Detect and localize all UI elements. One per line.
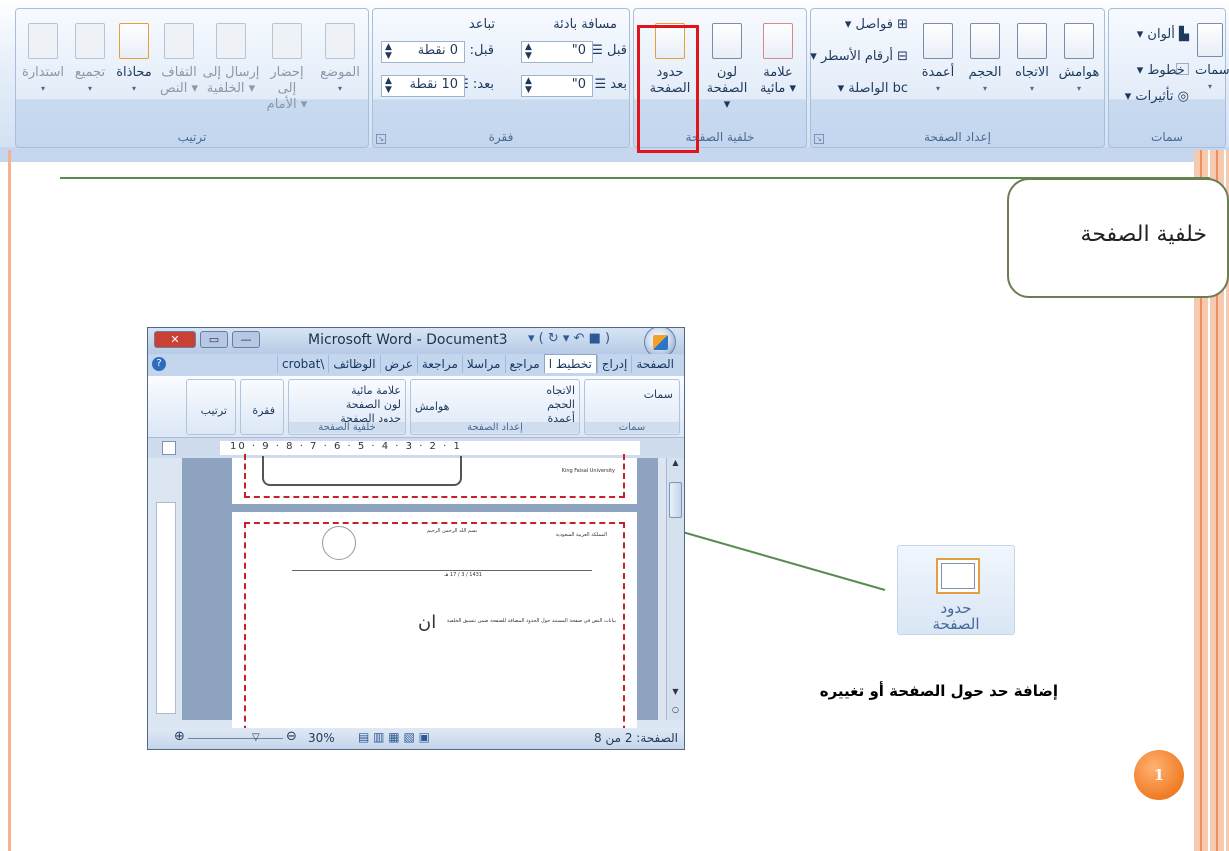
- tab-selector-icon[interactable]: [162, 441, 176, 455]
- word-tab-bar: الصفحةإدراجتخطيط امراجعمراسلامراجعةعرضال…: [148, 354, 684, 376]
- inner-page-setup-group: الاتجاه الحجم أعمدة هوامش إعداد الصفحة: [410, 379, 580, 435]
- page-number-badge: 1: [1134, 750, 1184, 800]
- inner-size-button[interactable]: الحجم: [547, 398, 575, 411]
- word-status-bar: الصفحة: 2 من 8 ▤ ▥ ▦ ▧ ▣ 30% ⊖ ▽ ⊕: [148, 728, 684, 749]
- inner-themes-group-label: سمات: [585, 422, 679, 433]
- tab-mailings[interactable]: مراسلا: [461, 355, 505, 373]
- tab-page-layout[interactable]: تخطيط ا: [543, 354, 597, 373]
- university-seal-icon: [322, 526, 356, 560]
- inner-paragraph-group: فقرة: [240, 379, 284, 435]
- tab-review[interactable]: مراجعة: [416, 355, 462, 373]
- page-info: الصفحة: 2 من 8: [594, 731, 678, 745]
- quick-access-icons[interactable]: ▾ ( ↻ ▾ ↶ ■ ): [528, 331, 610, 346]
- header-shape: [262, 456, 462, 486]
- vertical-scrollbar[interactable]: ▲ ▼ ○: [666, 458, 684, 720]
- doc-header-center: بسم الله الرحمن الرحيم: [426, 528, 478, 534]
- tab-addins[interactable]: الوظائف: [328, 355, 379, 373]
- tab-view[interactable]: عرض: [379, 355, 417, 373]
- window-title: Microsoft Word - Document3: [308, 332, 508, 348]
- inner-themes-button[interactable]: سمات: [644, 388, 673, 401]
- inner-arrange-button[interactable]: ترتيب: [201, 404, 227, 417]
- word-titlebar: ✕ ▭ — Microsoft Word - Document3 ▾ ( ↻ ▾…: [148, 328, 684, 358]
- ruler-scale: 10 · 9 · 8 · 7 · 6 · 5 · 4 · 3 · 2 · 1: [220, 441, 640, 455]
- minimize-icon[interactable]: —: [232, 331, 260, 348]
- tab-acrobat[interactable]: \crobat: [277, 355, 328, 373]
- scroll-down-icon[interactable]: ▼: [667, 687, 684, 696]
- inner-watermark-button[interactable]: علامة مائية: [351, 384, 401, 397]
- document-area: King Faisal University المملكة العربية ا…: [182, 454, 658, 742]
- page-borders-zoom-callout: حدود الصفحة: [897, 545, 1015, 635]
- doc-university: King Faisal University: [561, 468, 615, 474]
- vertical-ruler: [156, 502, 176, 714]
- zoom-slider[interactable]: [188, 738, 283, 739]
- zoom-out-icon[interactable]: ⊖: [286, 729, 297, 744]
- inner-page-setup-group-label: إعداد الصفحة: [411, 422, 579, 433]
- inner-margins-button[interactable]: هوامش: [415, 400, 449, 413]
- zoom-level: 30%: [308, 731, 335, 745]
- inner-arrange-group: ترتيب: [186, 379, 236, 435]
- header-rule: [292, 570, 592, 571]
- inner-paragraph-button[interactable]: فقرة: [252, 404, 275, 417]
- slide-caption: إضافة حد حول الصفحة أو تغييره: [819, 682, 1058, 700]
- tab-home[interactable]: الصفحة: [631, 355, 678, 373]
- inner-orientation-button[interactable]: الاتجاه: [546, 384, 575, 397]
- scroll-up-icon[interactable]: ▲: [667, 458, 684, 467]
- page-2: المملكة العربية السعودية بسم الله الرحمن…: [232, 512, 637, 742]
- browse-object-icon[interactable]: ○: [667, 705, 684, 714]
- callout-label: حدود الصفحة: [932, 599, 980, 633]
- tab-references[interactable]: مراجع: [504, 355, 544, 373]
- inner-themes-group: سمات سمات: [584, 379, 680, 435]
- zoom-in-icon[interactable]: ⊕: [174, 729, 185, 744]
- inner-page-background-group-label: خلفية الصفحة: [289, 422, 405, 433]
- inner-page-color-button[interactable]: لون الصفحة: [346, 398, 401, 411]
- doc-body-text: بيانات النص في صفحة المستند حول الحدود ا…: [446, 618, 616, 624]
- word-inner-ribbon: سمات سمات الاتجاه الحجم أعمدة هوامش إعدا…: [148, 376, 684, 438]
- page-1-bottom: King Faisal University: [232, 454, 637, 504]
- doc-date: 1431 / 3 / 17 هـ: [444, 572, 482, 578]
- doc-header-right: المملكة العربية السعودية: [555, 532, 607, 538]
- inner-page-background-group: علامة مائية لون الصفحة حدود الصفحة خلفية…: [288, 379, 406, 435]
- word-window-screenshot: ✕ ▭ — Microsoft Word - Document3 ▾ ( ↻ ▾…: [147, 327, 685, 750]
- close-icon[interactable]: ✕: [154, 331, 196, 348]
- maximize-icon[interactable]: ▭: [200, 331, 228, 348]
- scroll-thumb[interactable]: [669, 482, 682, 518]
- zoom-slider-thumb[interactable]: ▽: [252, 732, 260, 743]
- help-icon[interactable]: ?: [152, 357, 166, 371]
- page-borders-icon: [936, 558, 980, 594]
- tab-insert[interactable]: إدراج: [596, 355, 632, 373]
- view-buttons-icon[interactable]: ▤ ▥ ▦ ▧ ▣: [358, 730, 430, 744]
